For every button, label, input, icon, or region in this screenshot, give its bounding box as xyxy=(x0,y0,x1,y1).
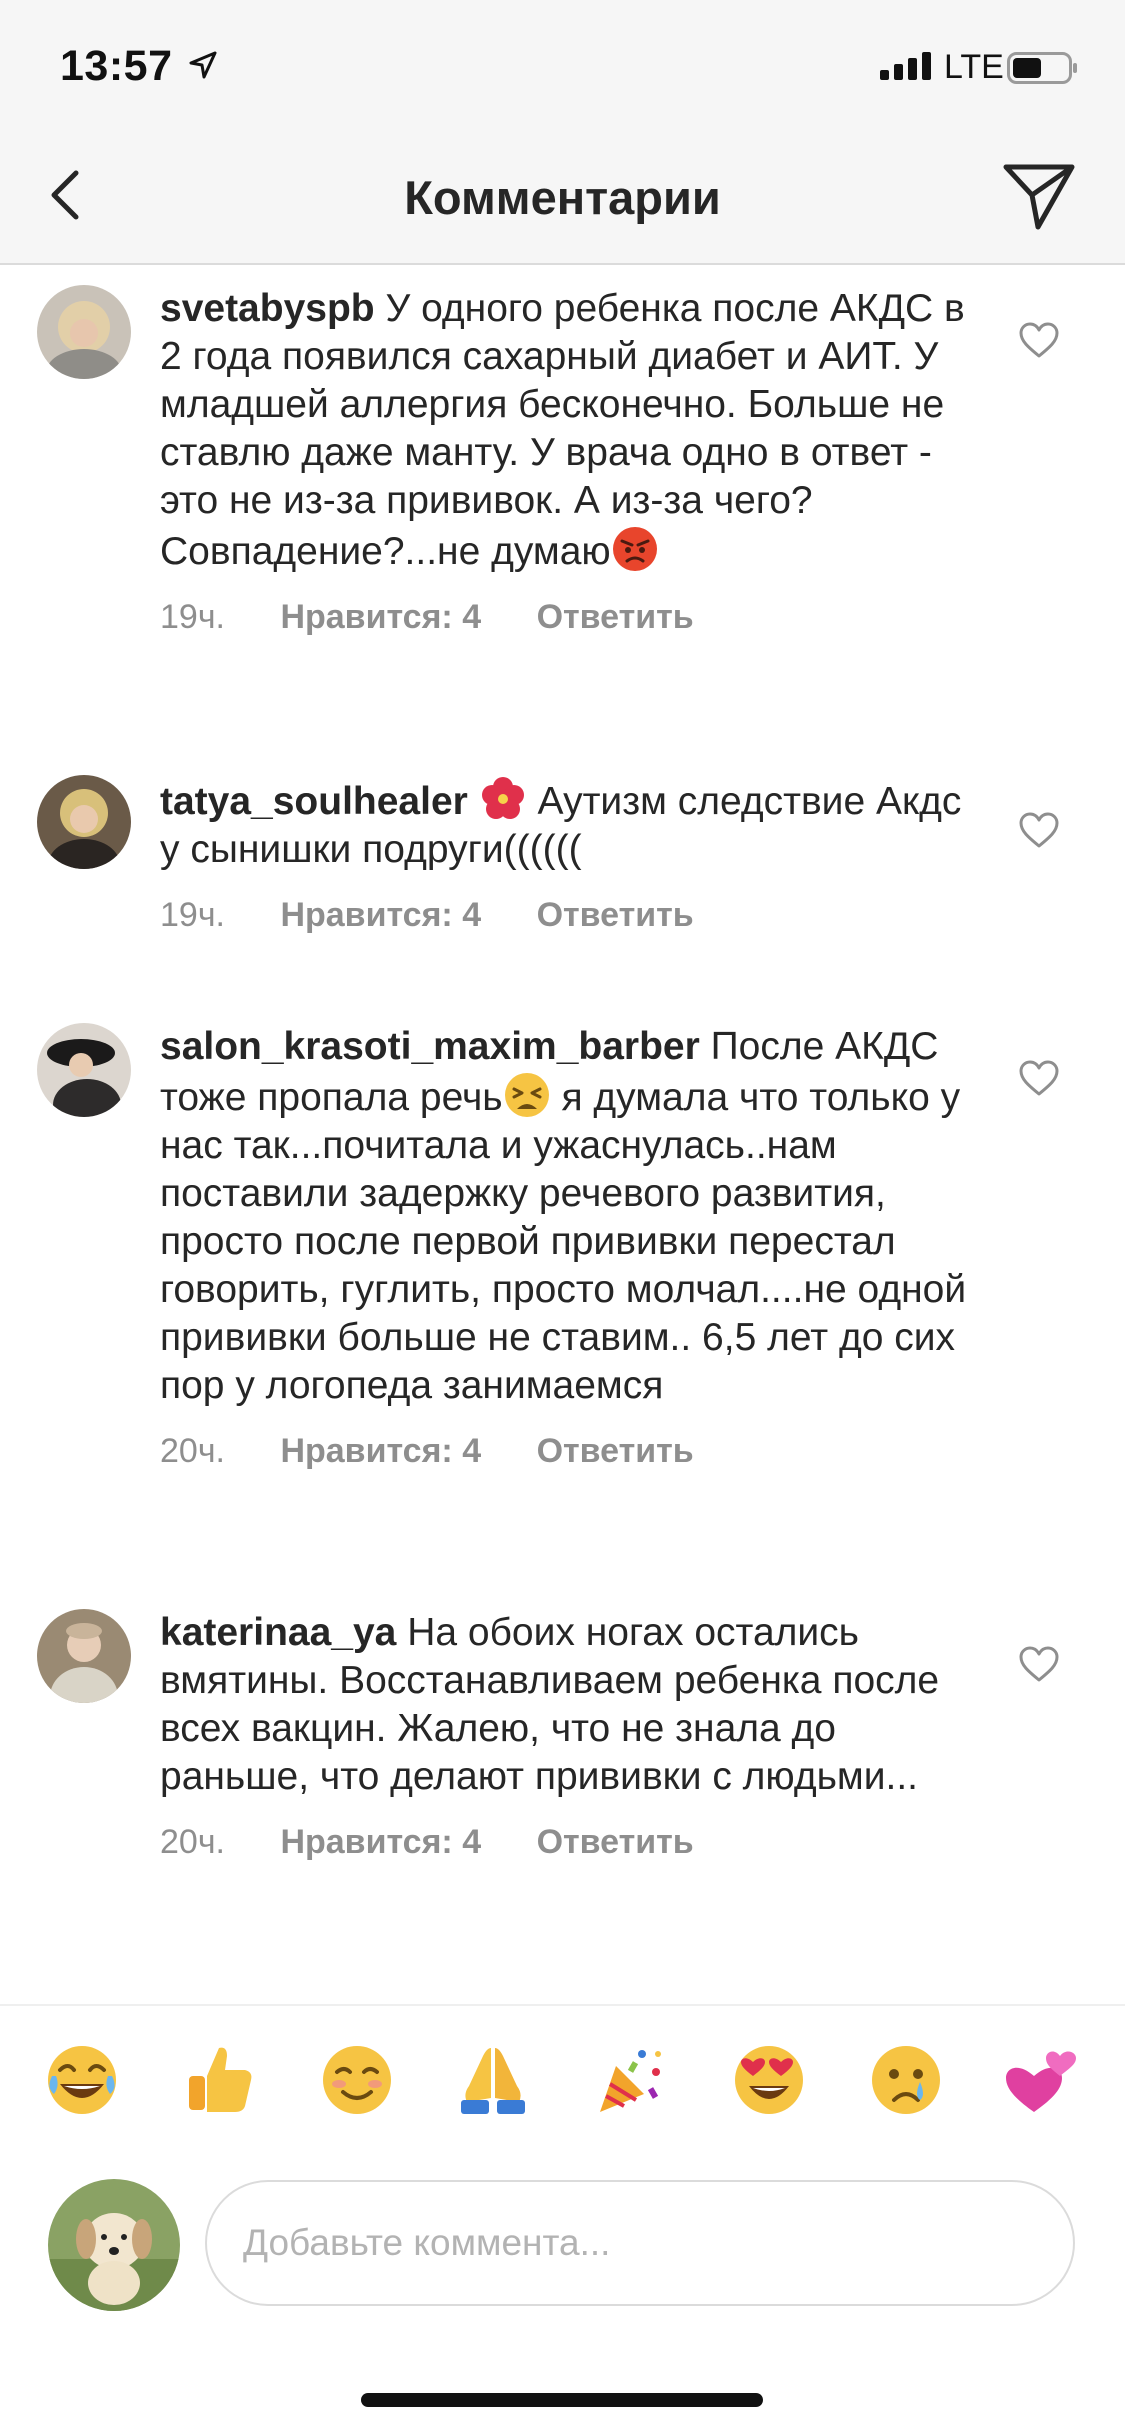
party-popper-emoji-icon[interactable] xyxy=(592,2042,668,2118)
comment-body: tatya_soulhealer Аутизм следствие Акдс у… xyxy=(160,775,970,935)
cellular-signal-icon xyxy=(880,52,931,80)
comment-likes[interactable]: Нравится: 4 xyxy=(280,598,481,636)
comment-username[interactable]: salon_krasoti_maxim_barber xyxy=(160,1025,700,1068)
comment-input[interactable] xyxy=(205,2180,1075,2306)
comment-username[interactable]: svetabyspb xyxy=(160,287,375,330)
comment-body: katerinaa_ya На обоих ногах остались вмя… xyxy=(160,1609,970,1862)
location-arrow-icon xyxy=(189,51,217,79)
direct-send-icon[interactable] xyxy=(1002,159,1076,233)
comment-time: 19ч. xyxy=(160,598,225,636)
comment-time: 19ч. xyxy=(160,896,225,934)
comment-text: salon_krasoti_maxim_barber После АКДС то… xyxy=(160,1023,970,1410)
reply-button[interactable]: Ответить xyxy=(537,896,694,934)
reply-button[interactable]: Ответить xyxy=(537,1823,694,1861)
comment-text: svetabyspb У одного ребенка после АКДС в… xyxy=(160,285,970,576)
network-type: LTE xyxy=(944,48,1004,86)
comment-body: salon_krasoti_maxim_barber После АКДС то… xyxy=(160,1023,970,1471)
reply-button[interactable]: Ответить xyxy=(537,598,694,636)
heart-eyes-emoji-icon[interactable] xyxy=(731,2042,807,2118)
like-heart-icon[interactable] xyxy=(1018,321,1060,359)
like-heart-icon[interactable] xyxy=(1018,1059,1060,1097)
page-title: Комментарии xyxy=(404,171,721,224)
status-bar: 13:57 LTE xyxy=(0,0,1125,130)
like-heart-icon[interactable] xyxy=(1018,1645,1060,1683)
quick-emoji-bar xyxy=(0,2004,1125,2156)
comment-text: katerinaa_ya На обоих ногах остались вмя… xyxy=(160,1609,970,1801)
tired-face-icon xyxy=(504,1073,549,1117)
crying-face-emoji-icon[interactable] xyxy=(868,2042,944,2118)
hibiscus-icon xyxy=(481,777,524,819)
comment-body: svetabyspb У одного ребенка после АКДС в… xyxy=(160,285,970,637)
comments-list[interactable]: svetabyspb У одного ребенка после АКДС в… xyxy=(0,265,1125,2000)
comment-text: tatya_soulhealer Аутизм следствие Акдс у… xyxy=(160,775,970,874)
current-user-avatar xyxy=(48,2179,180,2311)
comment-likes[interactable]: Нравится: 4 xyxy=(280,1823,481,1861)
folded-hands-emoji-icon[interactable] xyxy=(455,2042,531,2118)
navigation-bar: Комментарии xyxy=(0,130,1125,265)
like-heart-icon[interactable] xyxy=(1018,811,1060,849)
thumbs-up-emoji-icon[interactable] xyxy=(181,2042,257,2118)
avatar[interactable] xyxy=(37,775,131,869)
status-time: 13:57 xyxy=(60,42,173,90)
comment-likes[interactable]: Нравится: 4 xyxy=(280,896,481,934)
comment-meta: 20ч. Нравится: 4 Ответить xyxy=(160,1432,970,1471)
comment-time: 20ч. xyxy=(160,1823,225,1861)
comment-composer xyxy=(0,2155,1125,2325)
two-hearts-emoji-icon[interactable] xyxy=(1004,2042,1080,2118)
comment-username[interactable]: katerinaa_ya xyxy=(160,1611,396,1654)
comment-meta: 19ч. Нравится: 4 Ответить xyxy=(160,598,970,637)
joy-emoji-icon[interactable] xyxy=(44,2042,120,2118)
angry-face-icon xyxy=(612,527,657,571)
comment-time: 20ч. xyxy=(160,1432,225,1470)
comment-meta: 20ч. Нравится: 4 Ответить xyxy=(160,1823,970,1862)
comment-message-continued: я думала что только у нас так...почитала… xyxy=(160,1076,967,1407)
avatar[interactable] xyxy=(37,1023,131,1117)
reply-button[interactable]: Ответить xyxy=(537,1432,694,1470)
avatar[interactable] xyxy=(37,285,131,379)
comment-likes[interactable]: Нравится: 4 xyxy=(280,1432,481,1470)
smiling-face-emoji-icon[interactable] xyxy=(319,2042,395,2118)
home-indicator[interactable] xyxy=(361,2393,763,2407)
comment-username[interactable]: tatya_soulhealer xyxy=(160,780,468,823)
comment-meta: 19ч. Нравится: 4 Ответить xyxy=(160,896,970,935)
avatar[interactable] xyxy=(37,1609,131,1703)
battery-icon xyxy=(1007,52,1077,84)
